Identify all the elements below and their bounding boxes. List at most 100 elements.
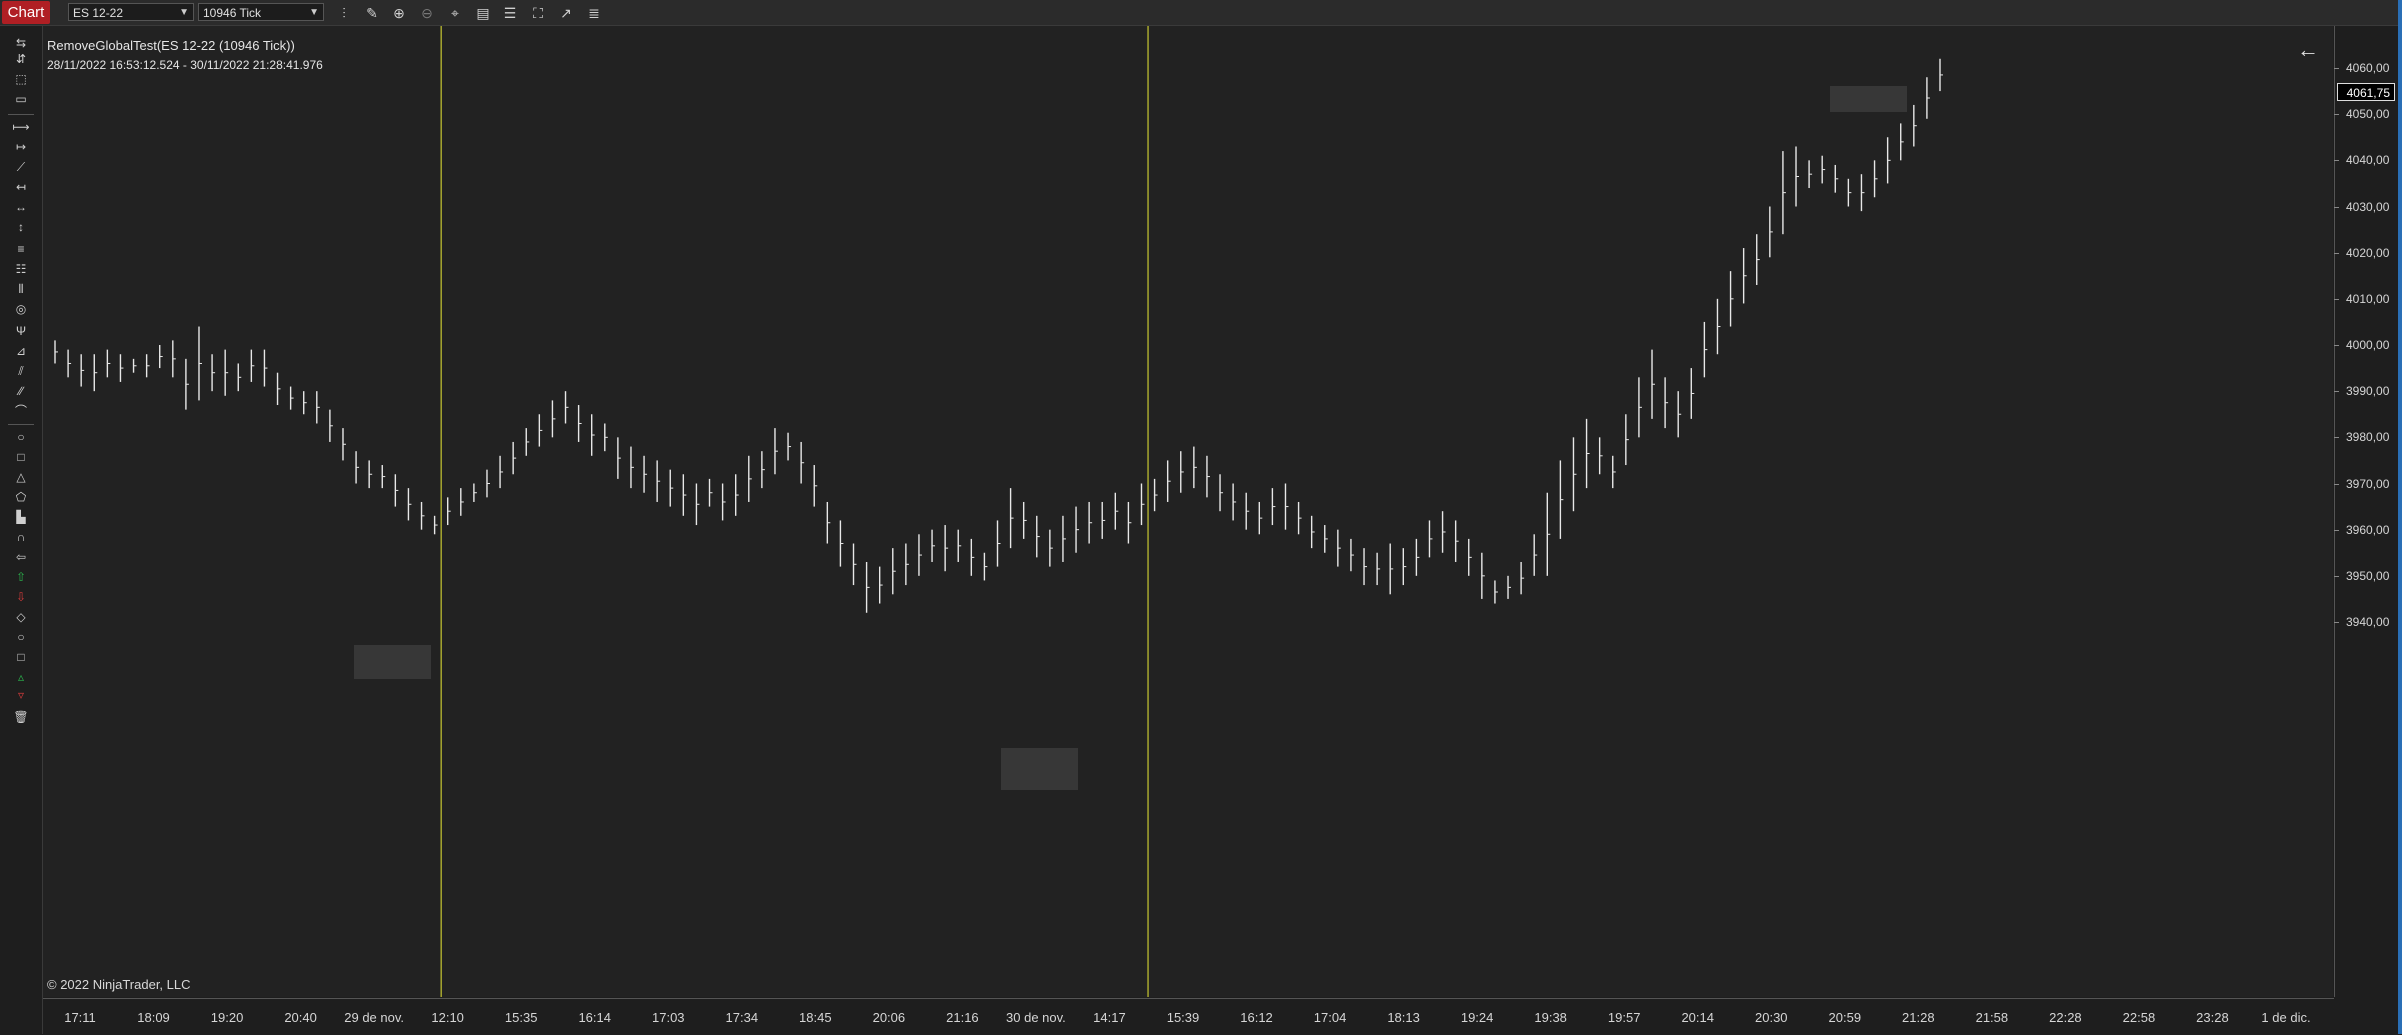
arrow-line-icon[interactable]: ↤ bbox=[10, 178, 32, 196]
drawn-rectangle[interactable] bbox=[1830, 86, 1907, 112]
fibonacci-extension-icon[interactable]: ☷ bbox=[10, 260, 32, 278]
time-tick-label: 17:34 bbox=[725, 1010, 759, 1025]
price-chart[interactable] bbox=[43, 26, 2333, 997]
arc-icon[interactable]: ∩ bbox=[10, 528, 32, 546]
zoom-in-icon[interactable]: ⊕ bbox=[389, 3, 409, 23]
price-tick-mark bbox=[2334, 575, 2339, 577]
time-tick-label: 18:45 bbox=[799, 1010, 832, 1025]
bar-type-icon[interactable]: ⫶ bbox=[334, 3, 354, 23]
price-tick-mark bbox=[2334, 252, 2339, 254]
arrow-icon[interactable]: ⇦ bbox=[10, 548, 32, 566]
instrument-selector[interactable]: ES 12-22 ▼ bbox=[68, 3, 194, 21]
price-tick-mark bbox=[2334, 298, 2339, 300]
chart-tab[interactable]: Chart bbox=[2, 1, 50, 24]
snapshot-icon[interactable]: ⛶ bbox=[528, 3, 548, 23]
time-tick-label: 14:17 bbox=[1093, 1010, 1126, 1025]
vertical-line-icon[interactable]: ↕ bbox=[10, 218, 32, 236]
time-tick-label: 19:24 bbox=[1460, 1010, 1494, 1025]
time-tick-label: 1 de dic. bbox=[2261, 1010, 2311, 1025]
fibonacci-retracement-icon[interactable]: ≡ bbox=[10, 240, 32, 258]
chart-plot-area[interactable] bbox=[43, 26, 2333, 997]
crosshair-icon[interactable]: ⌖ bbox=[445, 3, 465, 23]
price-tick-label: 3940,00 bbox=[2346, 615, 2390, 629]
extended-line-icon[interactable]: ⟋ bbox=[10, 158, 32, 176]
time-tick-label: 15:39 bbox=[1166, 1010, 1200, 1025]
separator bbox=[8, 424, 34, 425]
time-tick-label: 20:06 bbox=[872, 1010, 906, 1025]
zoom-out-icon[interactable]: ⊖ bbox=[417, 3, 437, 23]
horizontal-line-icon[interactable]: ↔ bbox=[10, 198, 32, 216]
dot-icon[interactable]: ○ bbox=[10, 628, 32, 646]
chevron-down-icon: ▼ bbox=[179, 7, 189, 18]
price-tick-mark bbox=[2334, 391, 2339, 393]
time-tick-label: 20:14 bbox=[1681, 1010, 1714, 1025]
triangle-icon[interactable]: △ bbox=[10, 468, 32, 486]
rectangle-icon[interactable]: □ bbox=[10, 448, 32, 466]
time-tick-label: 18:09 bbox=[137, 1010, 170, 1025]
price-tick-label: 3990,00 bbox=[2346, 384, 2390, 399]
ray-icon[interactable]: ↦ bbox=[10, 138, 32, 156]
trash-icon[interactable]: 🗑 bbox=[10, 708, 32, 726]
price-tick-label: 4030,00 bbox=[2346, 199, 2390, 214]
chevron-down-icon: ▼ bbox=[309, 7, 319, 18]
data-box-icon[interactable]: ▤ bbox=[473, 3, 493, 23]
price-tick-label: 3950,00 bbox=[2346, 568, 2390, 583]
ellipse-icon[interactable]: ○ bbox=[10, 428, 32, 446]
interval-selector[interactable]: 10946 Tick ▼ bbox=[198, 3, 324, 21]
price-tick-label: 4010,00 bbox=[2346, 291, 2390, 306]
price-tick-label: 4020,00 bbox=[2346, 245, 2390, 260]
interval-value: 10946 Tick bbox=[203, 6, 262, 20]
time-tick-label: 19:20 bbox=[210, 1010, 244, 1025]
time-tick-label: 22:28 bbox=[2049, 1010, 2082, 1025]
price-tick-label: 3980,00 bbox=[2346, 430, 2390, 445]
time-tick-label: 19:38 bbox=[1534, 1010, 1567, 1025]
strategies-icon[interactable]: ↗ bbox=[556, 3, 576, 23]
indicators-icon[interactable]: ≣ bbox=[584, 3, 604, 23]
arrow-left-icon[interactable]: ← bbox=[2296, 38, 2320, 62]
price-tick-mark bbox=[2334, 114, 2339, 116]
time-tick-label: 17:11 bbox=[64, 1010, 96, 1025]
price-tick-label: 4000,00 bbox=[2346, 338, 2390, 352]
time-tick-label: 15:35 bbox=[504, 1010, 538, 1025]
risk-reward-icon[interactable]: ▙ bbox=[10, 508, 32, 526]
price-tick-mark bbox=[2334, 483, 2339, 485]
pencil-icon[interactable]: ✎ bbox=[362, 3, 382, 23]
price-tick-mark bbox=[2334, 68, 2339, 69]
fibonacci-circle-icon[interactable]: ◎ bbox=[10, 300, 32, 318]
arrow-up-icon[interactable]: ⇧ bbox=[10, 568, 32, 586]
square-icon[interactable]: □ bbox=[10, 648, 32, 666]
scroll-icon[interactable]: ⇵ bbox=[10, 50, 32, 68]
select-icon[interactable]: ⬚ bbox=[10, 70, 32, 88]
andrews-pitchfork-icon[interactable]: Ψ bbox=[10, 322, 32, 340]
time-tick-label: 23:28 bbox=[2196, 1010, 2229, 1025]
drawn-rectangle[interactable] bbox=[1001, 748, 1078, 790]
arc-icon[interactable]: ⌒ bbox=[10, 402, 32, 420]
time-tick-label: 20:30 bbox=[1754, 1010, 1788, 1025]
triangle-down-icon[interactable]: ▿ bbox=[10, 686, 32, 704]
properties-icon[interactable]: ☰ bbox=[500, 3, 520, 23]
copyright-text: © 2022 NinjaTrader, LLC bbox=[47, 977, 191, 992]
time-tick-label: 21:28 bbox=[1902, 1010, 1935, 1025]
drawing-tools-toolbar: ⇆ ⇵ ⬚ ▭ ⟼ ↦ ⟋ ↤ ↔ ↕ ≡ ☷ ⦀ ◎ Ψ ⊿ ⫽ ∕∕ ⌒ ○… bbox=[0, 26, 43, 1034]
price-tick-mark bbox=[2334, 160, 2339, 162]
diamond-icon[interactable]: ◇ bbox=[10, 608, 32, 626]
drawn-rectangle[interactable] bbox=[354, 645, 431, 679]
regression-channel-icon[interactable]: ⫽ bbox=[10, 362, 32, 380]
time-tick-label: 17:03 bbox=[651, 1010, 685, 1025]
line-icon[interactable]: ⟼ bbox=[10, 118, 32, 136]
price-tick-mark bbox=[2334, 206, 2339, 208]
fibonacci-time-icon[interactable]: ⦀ bbox=[10, 280, 32, 298]
polygon-icon[interactable]: ⬠ bbox=[10, 488, 32, 506]
price-tick-label: 3960,00 bbox=[2346, 522, 2390, 537]
trend-channel-icon[interactable]: ∕∕ bbox=[10, 382, 32, 400]
gann-fan-icon[interactable]: ⊿ bbox=[10, 342, 32, 360]
instrument-value: ES 12-22 bbox=[73, 6, 124, 20]
arrow-down-icon[interactable]: ⇩ bbox=[10, 588, 32, 606]
region-icon[interactable]: ▭ bbox=[10, 90, 32, 108]
price-tick-mark bbox=[2334, 345, 2339, 346]
triangle-up-icon[interactable]: ▵ bbox=[10, 668, 32, 686]
window-border bbox=[2398, 0, 2402, 1034]
top-toolbar: Chart ES 12-22 ▼ 10946 Tick ▼ ⫶ ✎ ⊕ ⊖ ⌖ … bbox=[0, 0, 2402, 26]
price-axis[interactable] bbox=[2334, 26, 2402, 997]
price-tick-mark bbox=[2334, 437, 2339, 439]
